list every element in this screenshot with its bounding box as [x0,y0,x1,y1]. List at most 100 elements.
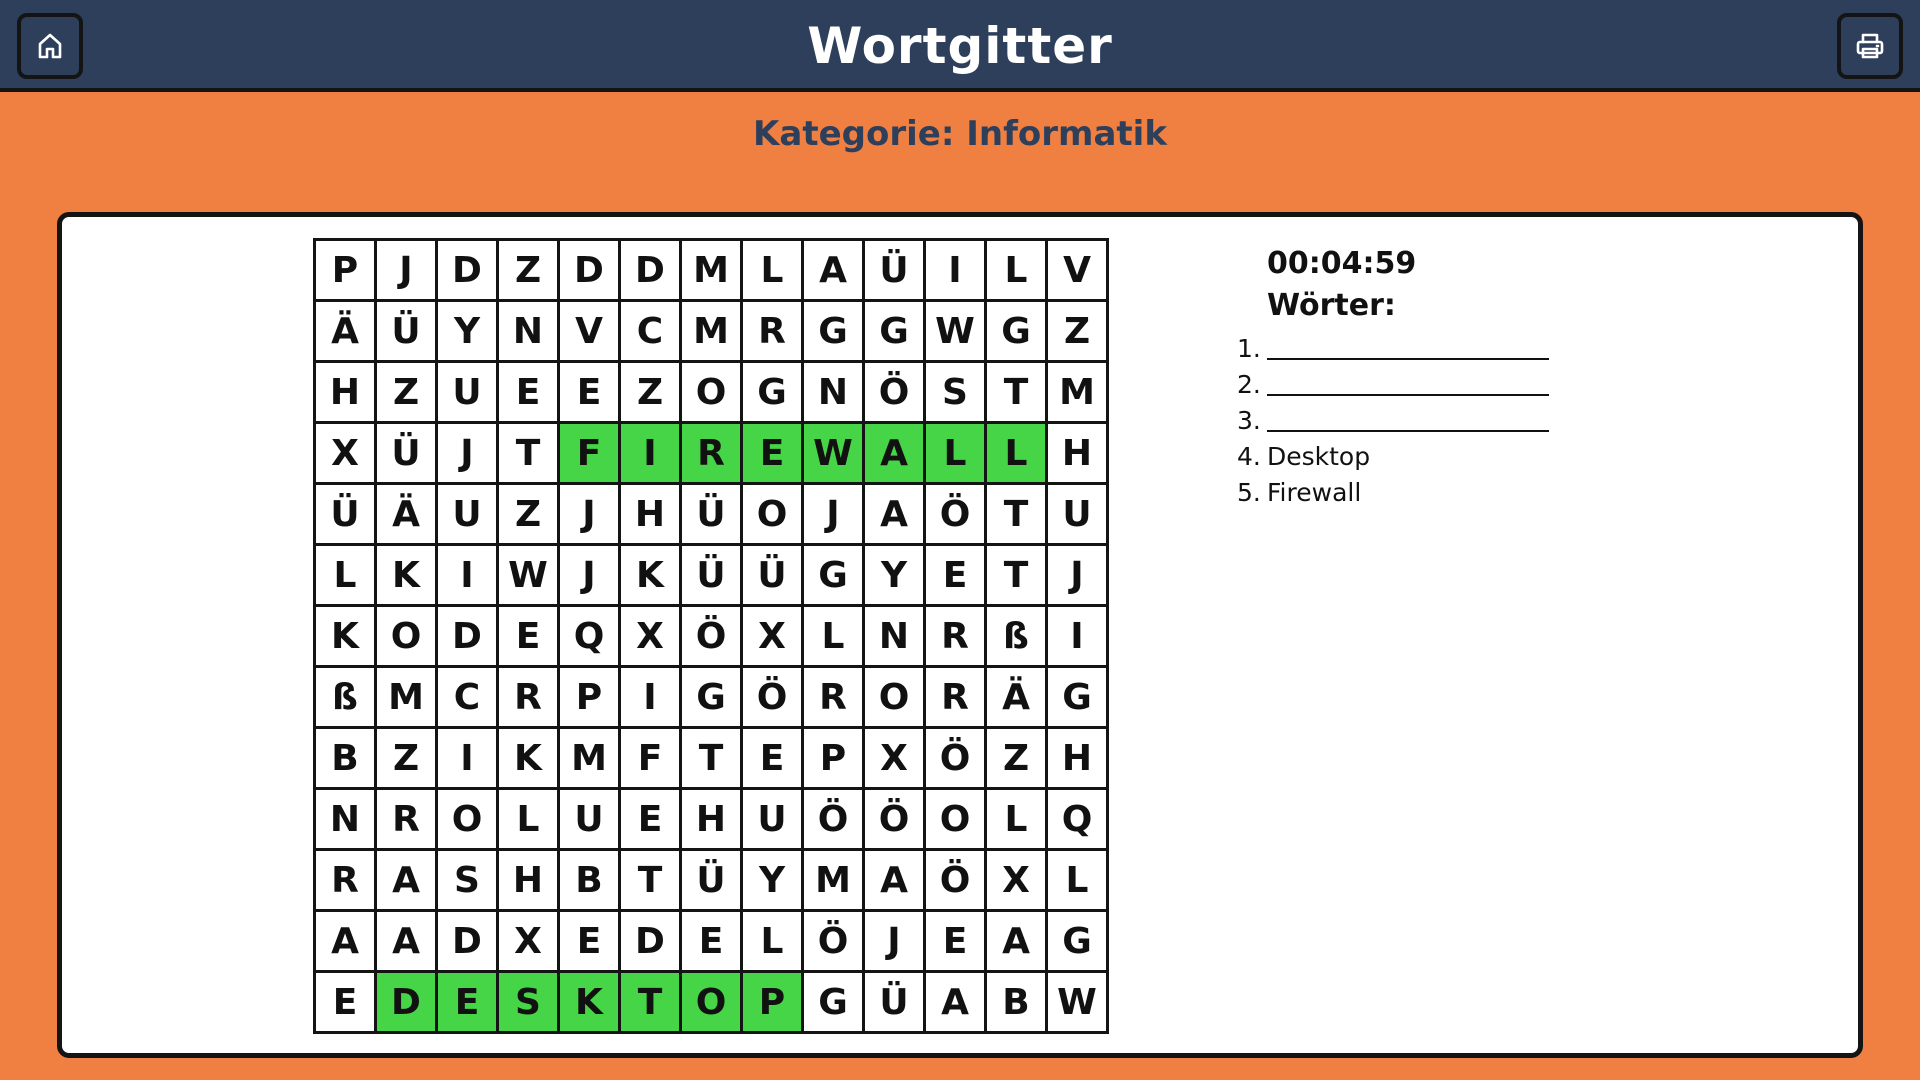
grid-cell[interactable]: J [560,485,621,546]
grid-cell[interactable]: P [743,973,804,1034]
grid-cell[interactable]: Z [377,729,438,790]
grid-cell[interactable]: W [1048,973,1109,1034]
grid-cell[interactable]: X [499,912,560,973]
grid-cell[interactable]: O [743,485,804,546]
grid-cell[interactable]: L [987,241,1048,302]
grid-cell[interactable]: K [499,729,560,790]
grid-cell[interactable]: J [865,912,926,973]
grid-cell[interactable]: E [743,424,804,485]
grid-cell[interactable]: T [621,973,682,1034]
grid-cell[interactable]: P [804,729,865,790]
grid-cell[interactable]: D [377,973,438,1034]
grid-cell[interactable]: E [499,363,560,424]
grid-cell[interactable]: Z [1048,302,1109,363]
grid-cell[interactable]: A [377,912,438,973]
grid-cell[interactable]: U [560,790,621,851]
grid-cell[interactable]: O [865,668,926,729]
grid-cell[interactable]: W [926,302,987,363]
grid-cell[interactable]: L [743,912,804,973]
grid-cell[interactable]: Ö [926,485,987,546]
grid-cell[interactable]: O [438,790,499,851]
grid-cell[interactable]: H [621,485,682,546]
grid-cell[interactable]: Z [499,241,560,302]
grid-cell[interactable]: K [621,546,682,607]
grid-cell[interactable]: Z [499,485,560,546]
grid-cell[interactable]: K [377,546,438,607]
grid-cell[interactable]: E [316,973,377,1034]
grid-cell[interactable]: R [926,607,987,668]
grid-cell[interactable]: A [865,851,926,912]
grid-cell[interactable]: D [621,241,682,302]
grid-cell[interactable]: I [438,546,499,607]
grid-cell[interactable]: L [987,790,1048,851]
grid-cell[interactable]: H [1048,424,1109,485]
grid-cell[interactable]: R [743,302,804,363]
grid-cell[interactable]: O [926,790,987,851]
grid-cell[interactable]: D [438,912,499,973]
grid-cell[interactable]: I [438,729,499,790]
grid-cell[interactable]: G [987,302,1048,363]
grid-cell[interactable]: J [438,424,499,485]
grid-cell[interactable]: Ö [743,668,804,729]
grid-cell[interactable]: C [621,302,682,363]
grid-cell[interactable]: G [1048,912,1109,973]
grid-cell[interactable]: I [926,241,987,302]
grid-cell[interactable]: E [926,912,987,973]
grid-cell[interactable]: Ö [804,912,865,973]
grid-cell[interactable]: H [316,363,377,424]
grid-cell[interactable]: ß [987,607,1048,668]
grid-cell[interactable]: D [560,241,621,302]
grid-cell[interactable]: ß [316,668,377,729]
grid-cell[interactable]: F [621,729,682,790]
grid-cell[interactable]: Y [743,851,804,912]
grid-cell[interactable]: J [1048,546,1109,607]
grid-cell[interactable]: K [316,607,377,668]
grid-cell[interactable]: E [560,912,621,973]
grid-cell[interactable]: Q [1048,790,1109,851]
grid-cell[interactable]: Ö [926,851,987,912]
grid-cell[interactable]: K [560,973,621,1034]
grid-cell[interactable]: U [1048,485,1109,546]
grid-cell[interactable]: N [499,302,560,363]
grid-cell[interactable]: Ä [987,668,1048,729]
grid-cell[interactable]: E [621,790,682,851]
grid-cell[interactable]: Ü [743,546,804,607]
grid-cell[interactable]: J [377,241,438,302]
grid-cell[interactable]: D [438,607,499,668]
grid-cell[interactable]: B [316,729,377,790]
grid-cell[interactable]: Ö [804,790,865,851]
grid-cell[interactable]: S [926,363,987,424]
grid-cell[interactable]: R [682,424,743,485]
grid-cell[interactable]: Ü [865,973,926,1034]
grid-cell[interactable]: D [621,912,682,973]
grid-cell[interactable]: Ü [682,851,743,912]
grid-cell[interactable]: Ä [316,302,377,363]
grid-cell[interactable]: G [865,302,926,363]
grid-cell[interactable]: O [682,973,743,1034]
grid-cell[interactable]: Ü [316,485,377,546]
grid-cell[interactable]: M [682,302,743,363]
grid-cell[interactable]: I [621,668,682,729]
grid-cell[interactable]: E [438,973,499,1034]
grid-cell[interactable]: G [804,546,865,607]
grid-cell[interactable]: T [682,729,743,790]
grid-cell[interactable]: I [1048,607,1109,668]
grid-cell[interactable]: L [316,546,377,607]
grid-cell[interactable]: X [316,424,377,485]
grid-cell[interactable]: S [438,851,499,912]
grid-cell[interactable]: R [316,851,377,912]
grid-cell[interactable]: R [926,668,987,729]
grid-cell[interactable]: B [560,851,621,912]
grid-cell[interactable]: B [987,973,1048,1034]
grid-cell[interactable]: L [1048,851,1109,912]
grid-cell[interactable]: L [743,241,804,302]
grid-cell[interactable]: Y [438,302,499,363]
grid-cell[interactable]: M [682,241,743,302]
grid-cell[interactable]: Ä [377,485,438,546]
grid-cell[interactable]: E [682,912,743,973]
grid-cell[interactable]: E [499,607,560,668]
grid-cell[interactable]: Ü [377,302,438,363]
grid-cell[interactable]: A [804,241,865,302]
grid-cell[interactable]: V [560,302,621,363]
grid-cell[interactable]: X [621,607,682,668]
